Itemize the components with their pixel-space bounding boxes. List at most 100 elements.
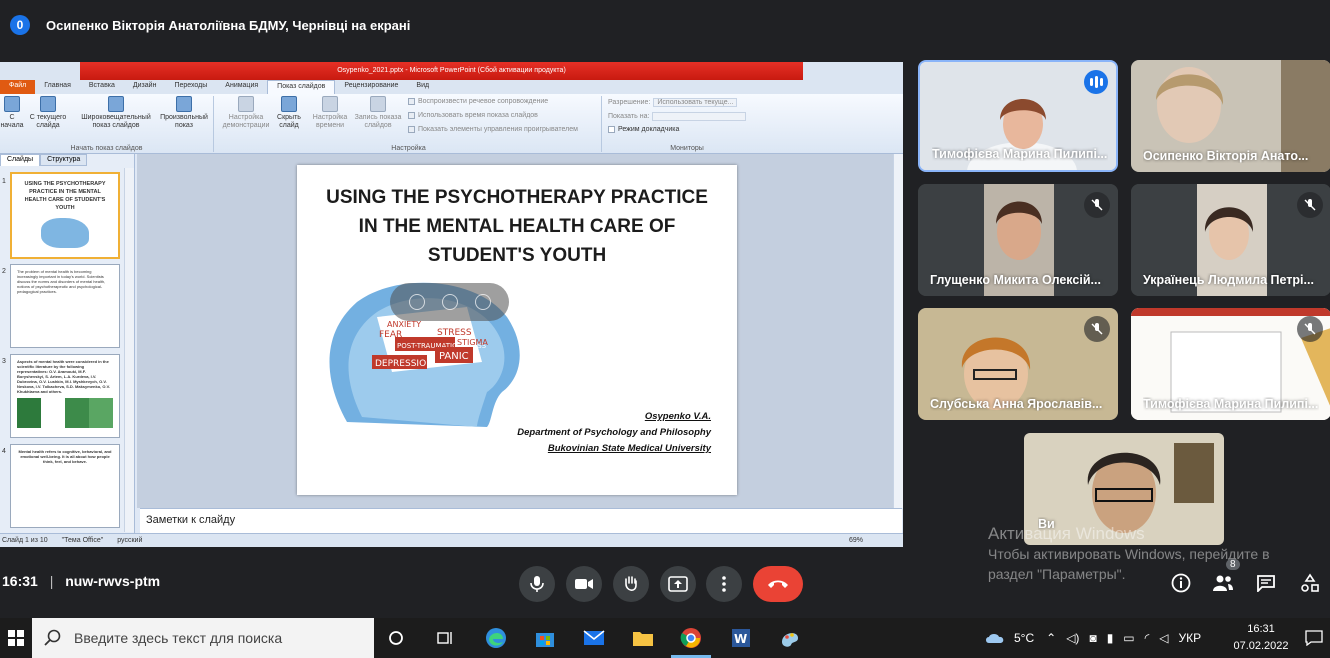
from-start-button: С начала bbox=[0, 96, 24, 130]
speaker-icon[interactable]: ◁ bbox=[1159, 631, 1168, 645]
tab-slides: Слайды bbox=[0, 154, 41, 166]
tab-file: Файл bbox=[0, 80, 36, 94]
remove-icon[interactable] bbox=[474, 294, 491, 310]
setup-icon bbox=[238, 96, 254, 112]
mic-button[interactable] bbox=[519, 566, 555, 602]
more-options-button[interactable] bbox=[706, 566, 742, 602]
chrome-app[interactable] bbox=[677, 624, 705, 652]
hide-slide-button: Скрыть слайд bbox=[274, 96, 304, 130]
explorer-app[interactable] bbox=[629, 624, 657, 652]
activities-icon bbox=[1301, 573, 1319, 592]
temperature: 5°C bbox=[1014, 631, 1035, 645]
pin-icon[interactable] bbox=[408, 294, 425, 310]
windows-logo-icon bbox=[8, 630, 24, 646]
participant-tile[interactable]: Тимофієва Марина Пилипі... bbox=[918, 60, 1118, 172]
pane-tabs: Слайды Структура bbox=[0, 154, 134, 166]
window-controls bbox=[803, 62, 903, 80]
current-slide: USING THE PSYCHOTHERAPY PRACTICE IN THE … bbox=[297, 165, 737, 495]
quick-access-toolbar bbox=[0, 62, 80, 80]
chevron-up-icon[interactable]: ⌃ bbox=[1046, 631, 1056, 645]
task-view-button[interactable] bbox=[382, 624, 410, 652]
meeting-details-button[interactable] bbox=[1168, 570, 1194, 596]
paint-app[interactable] bbox=[776, 624, 804, 652]
zoom-level: 69% bbox=[848, 537, 863, 544]
timing-check: Использовать время показа слайдов bbox=[408, 112, 538, 119]
store-app[interactable] bbox=[531, 624, 559, 652]
from-current-button: С текущего слайда bbox=[26, 96, 70, 130]
language: русский bbox=[117, 537, 143, 544]
weather-icon bbox=[986, 634, 1004, 643]
network-icon[interactable]: ▭ bbox=[1123, 631, 1134, 645]
end-call-button[interactable] bbox=[753, 566, 803, 602]
group-label: Настройка bbox=[391, 145, 426, 152]
svg-text:W: W bbox=[734, 632, 747, 646]
wifi-icon[interactable]: ◜ bbox=[1145, 631, 1150, 645]
store-icon bbox=[536, 633, 554, 647]
volume-icon[interactable]: ◁) bbox=[1066, 631, 1079, 645]
narration-check: Воспроизвести речевое сопровождение bbox=[408, 98, 548, 105]
cortana-icon bbox=[389, 631, 403, 645]
activities-button[interactable] bbox=[1297, 570, 1323, 596]
input-language[interactable]: УКР bbox=[1179, 631, 1202, 645]
ribbon-tabs: Файл Главная Вставка Дизайн Переходы Ани… bbox=[0, 80, 903, 94]
slide-thumbnail-3: Aspects of mental health were considered… bbox=[10, 354, 120, 438]
participant-tile[interactable]: Глущенко Микита Олексій... bbox=[918, 184, 1118, 296]
participant-name: Українець Людмила Петрі... bbox=[1143, 273, 1314, 287]
meet-tray-icon[interactable]: ◙ bbox=[1089, 631, 1096, 645]
tab-slideshow: Показ слайдов bbox=[267, 80, 336, 94]
theme-name: "Тема Office" bbox=[61, 537, 104, 544]
resolution-select: Разрешение: Использовать текуще... bbox=[608, 98, 738, 107]
participant-tile[interactable]: Слубська Анна Ярославів... bbox=[918, 308, 1118, 420]
edge-app[interactable] bbox=[482, 624, 510, 652]
present-icon bbox=[668, 576, 688, 592]
mic-tray-icon[interactable]: ▮ bbox=[1107, 631, 1114, 645]
paint-icon bbox=[782, 633, 798, 647]
participant-name: Осипенко Вікторія Анато... bbox=[1143, 149, 1309, 163]
show-on-select: Показать на: bbox=[608, 112, 747, 121]
custom-show-button: Произвольный показ bbox=[156, 96, 212, 130]
svg-text:ANXIETY: ANXIETY bbox=[387, 320, 421, 329]
chat-button[interactable] bbox=[1253, 570, 1279, 596]
broadcast-button: Широковещательный показ слайдов bbox=[74, 96, 158, 130]
timer-icon bbox=[322, 96, 338, 112]
mute-icon[interactable] bbox=[441, 294, 458, 310]
participant-tile[interactable]: Тимофієва Марина Пилипі... bbox=[1131, 308, 1330, 420]
start-button[interactable] bbox=[2, 624, 30, 652]
slide-thumbnail-4: Mental health refers to cognitive, behav… bbox=[10, 444, 120, 528]
notifications-button[interactable] bbox=[1300, 624, 1328, 652]
speaking-indicator bbox=[1084, 70, 1108, 94]
meeting-time: 16:31 bbox=[2, 573, 38, 589]
tab-outline: Структура bbox=[40, 154, 88, 166]
camera-button[interactable] bbox=[566, 566, 602, 602]
search-placeholder: Введите здесь текст для поиска bbox=[74, 630, 283, 646]
mail-icon bbox=[583, 630, 605, 645]
windows-taskbar: Введите здесь текст для поиска W 5°C ⌃ ◁… bbox=[0, 618, 1330, 658]
slide-thumbnail-1: USING THE PSYCHOTHERAPY PRACTICE IN THE … bbox=[10, 172, 120, 259]
mic-off-icon bbox=[1297, 192, 1323, 218]
slide-thumbnail-2: The problem of mental health is becoming… bbox=[10, 264, 120, 348]
mail-app[interactable] bbox=[580, 624, 608, 652]
word-app[interactable]: W bbox=[727, 624, 755, 652]
tab-view: Вид bbox=[416, 82, 430, 89]
ppt-window-title: Osypenko_2021.pptx - Microsoft PowerPoin… bbox=[337, 67, 566, 74]
group-setup: Настройка демонстрации Скрыть слайд Наст… bbox=[216, 96, 602, 152]
task-view-button[interactable] bbox=[432, 624, 460, 652]
people-button[interactable] bbox=[1210, 570, 1236, 596]
screen-share-hover-controls[interactable] bbox=[390, 283, 509, 321]
present-button[interactable] bbox=[660, 566, 696, 602]
slideshow-icon bbox=[40, 96, 56, 112]
tab-animation: Анимация bbox=[225, 82, 259, 89]
taskbar-clock[interactable]: 16:31 07.02.2022 bbox=[1232, 621, 1290, 655]
ppt-titlebar: Osypenko_2021.pptx - Microsoft PowerPoin… bbox=[0, 62, 903, 80]
rehearse-button: Настройка времени bbox=[308, 96, 352, 130]
participant-name: Слубська Анна Ярославів... bbox=[930, 397, 1103, 411]
participant-tile[interactable]: Українець Людмила Петрі... bbox=[1131, 184, 1330, 296]
slide-author-block: Osypenko V.A. Department of Psychology a… bbox=[517, 409, 711, 457]
word-icon: W bbox=[732, 629, 750, 647]
task-view-icon bbox=[437, 632, 452, 644]
people-count-badge: 8 bbox=[1226, 559, 1240, 570]
meeting-info: 16:31 | nuw-rwvs-ptm bbox=[2, 573, 161, 589]
taskbar-search[interactable]: Введите здесь текст для поиска bbox=[32, 618, 374, 658]
raise-hand-button[interactable] bbox=[613, 566, 649, 602]
participant-tile[interactable]: Осипенко Вікторія Анато... bbox=[1131, 60, 1330, 172]
